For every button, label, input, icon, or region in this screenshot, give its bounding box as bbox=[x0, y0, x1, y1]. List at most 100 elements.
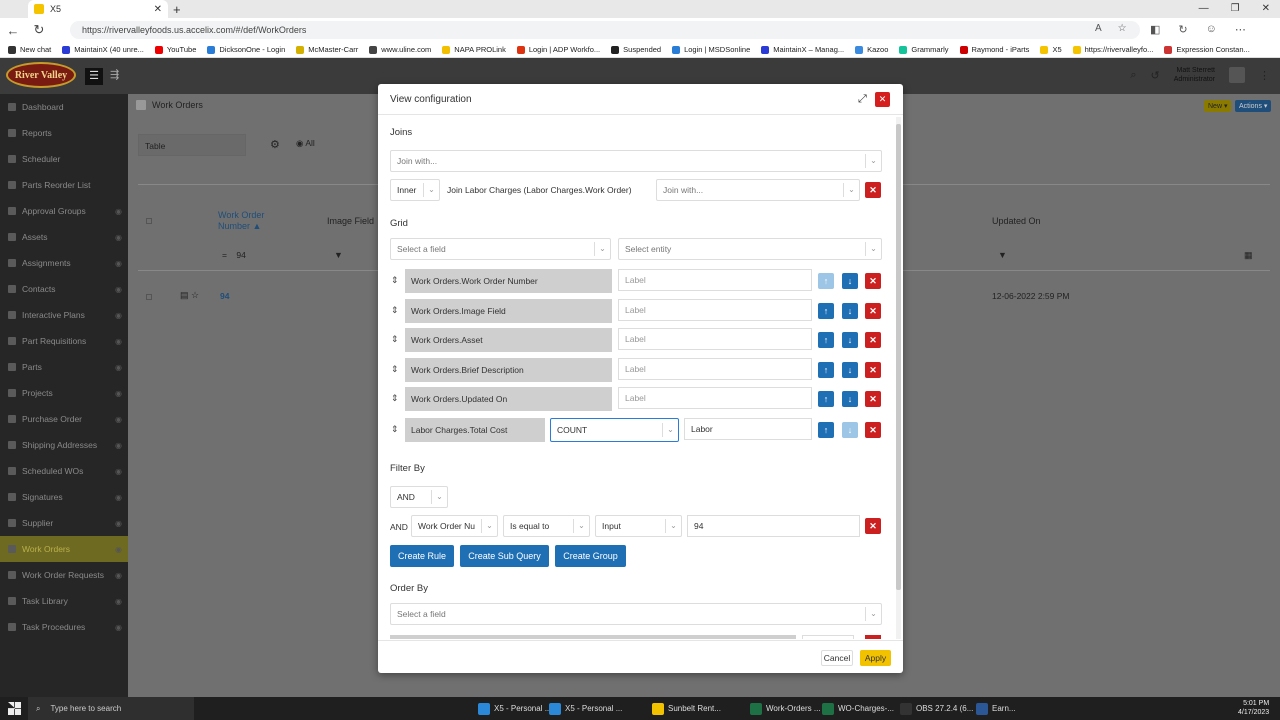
eye-icon[interactable]: ◉ bbox=[115, 285, 122, 294]
sidebar-item-interactive-plans[interactable]: Interactive Plans ◉ bbox=[0, 302, 128, 328]
menu-icon[interactable]: ⋯ bbox=[1235, 23, 1246, 36]
calendar-icon[interactable]: ▦ bbox=[1244, 250, 1253, 261]
eye-icon[interactable]: ◉ bbox=[115, 545, 122, 554]
close-window-icon[interactable]: ✕ bbox=[1262, 3, 1270, 14]
search-icon[interactable]: ⌕ bbox=[1130, 69, 1136, 82]
eye-icon[interactable]: ◉ bbox=[115, 623, 122, 632]
sidebar-item-work-orders[interactable]: Work Orders ◉ bbox=[0, 536, 128, 562]
eye-icon[interactable]: ◉ bbox=[115, 259, 122, 268]
rule-operator-select[interactable]: Is equal to ⌄ bbox=[503, 515, 590, 537]
scope-select[interactable]: ◉ All bbox=[296, 138, 315, 149]
back-icon[interactable]: ← bbox=[0, 23, 26, 38]
sync-icon[interactable]: ↻ bbox=[1178, 23, 1187, 36]
column-header-work-order-number[interactable]: Work Order Number ▲ bbox=[218, 210, 278, 232]
bookmark-item[interactable]: Grammarly bbox=[899, 45, 949, 54]
read-aloud-icon[interactable]: A bbox=[1095, 23, 1102, 34]
gear-icon[interactable]: ⚙ bbox=[270, 138, 280, 151]
eye-icon[interactable]: ◉ bbox=[115, 415, 122, 424]
bookmark-item[interactable]: www.uline.com bbox=[369, 45, 431, 54]
label-input[interactable]: Label bbox=[618, 328, 812, 350]
extension-icon[interactable]: ◧ bbox=[1150, 23, 1160, 36]
taskbar-app[interactable]: WO-Charges-... bbox=[818, 697, 898, 720]
sidebar-item-scheduler[interactable]: Scheduler bbox=[0, 146, 128, 172]
move-up-button[interactable]: ↑ bbox=[818, 302, 834, 319]
row-menu-icon[interactable]: ▤ ☆ bbox=[180, 290, 199, 301]
sidebar-item-reports[interactable]: Reports bbox=[0, 120, 128, 146]
order-direction-select[interactable] bbox=[802, 635, 854, 639]
bookmark-item[interactable]: Kazoo bbox=[855, 45, 888, 54]
taskbar-app[interactable]: X5 - Personal ... bbox=[474, 697, 555, 720]
create-rule-button[interactable]: Create Rule bbox=[390, 545, 454, 567]
label-input[interactable]: Label bbox=[618, 387, 812, 409]
sidebar-item-work-order-requests[interactable]: Work Order Requests ◉ bbox=[0, 562, 128, 588]
delete-order-button[interactable] bbox=[865, 635, 881, 639]
order-select-field[interactable]: Select a field ⌄ bbox=[390, 603, 882, 625]
delete-rule-button[interactable]: ✕ bbox=[865, 518, 881, 534]
new-tab-icon[interactable]: + bbox=[173, 2, 181, 17]
bookmark-item[interactable]: MaintainX (40 unre... bbox=[62, 45, 144, 54]
bookmark-item[interactable]: DicksonOne - Login bbox=[207, 45, 285, 54]
profile-icon[interactable]: ☺ bbox=[1206, 23, 1217, 36]
expand-icon[interactable]: ⤢ bbox=[858, 93, 867, 106]
minimize-icon[interactable]: — bbox=[1199, 3, 1209, 14]
rule-field-select[interactable]: Work Order Nu ⌄ bbox=[411, 515, 498, 537]
sidebar-item-projects[interactable]: Projects ◉ bbox=[0, 380, 128, 406]
apply-button[interactable]: Apply bbox=[860, 650, 891, 666]
filter-icon[interactable]: ▼ bbox=[334, 250, 343, 260]
taskbar-app[interactable]: OBS 27.2.4 (6... bbox=[896, 697, 977, 720]
eye-icon[interactable]: ◉ bbox=[115, 363, 122, 372]
rule-type-select[interactable]: Input ⌄ bbox=[595, 515, 682, 537]
eye-icon[interactable]: ◉ bbox=[115, 519, 122, 528]
clock[interactable]: 5:01 PM 4/17/2023 bbox=[1238, 699, 1269, 717]
move-up-button[interactable]: ↑ bbox=[818, 422, 834, 438]
sidebar-item-scheduled-wos[interactable]: Scheduled WOs ◉ bbox=[0, 458, 128, 484]
select-entity[interactable]: Select entity ⌄ bbox=[618, 238, 882, 260]
label-input[interactable]: Label bbox=[618, 269, 812, 291]
move-down-button[interactable]: ↓ bbox=[842, 391, 858, 407]
taskbar-app[interactable]: Work-Orders ... bbox=[746, 697, 825, 720]
select-field[interactable]: Select a field ⌄ bbox=[390, 238, 611, 260]
move-up-button[interactable]: ↑ bbox=[818, 391, 834, 407]
move-down-button[interactable]: ↓ bbox=[842, 422, 858, 438]
browser-tab[interactable]: X5 ✕ bbox=[28, 0, 168, 18]
taskbar-search[interactable]: ⌕ Type here to search bbox=[28, 697, 194, 720]
cancel-button[interactable]: Cancel bbox=[821, 650, 853, 666]
bookmark-item[interactable]: YouTube bbox=[154, 45, 196, 54]
modal-scrollbar-thumb[interactable] bbox=[896, 124, 901, 590]
sidebar-item-assets[interactable]: Assets ◉ bbox=[0, 224, 128, 250]
maximize-icon[interactable]: ❐ bbox=[1231, 3, 1240, 14]
move-up-button[interactable]: ↑ bbox=[818, 273, 834, 289]
move-up-button[interactable]: ↑ bbox=[818, 332, 834, 348]
delete-row-button[interactable]: ✕ bbox=[865, 302, 881, 319]
sidebar-item-contacts[interactable]: Contacts ◉ bbox=[0, 276, 128, 302]
bookmark-item[interactable]: New chat bbox=[8, 45, 51, 54]
windows-start-icon[interactable] bbox=[8, 702, 21, 715]
more-icon[interactable]: ⋮ bbox=[1259, 69, 1270, 82]
sidebar-item-supplier[interactable]: Supplier ◉ bbox=[0, 510, 128, 536]
taskbar-app[interactable]: Earn... bbox=[972, 697, 1020, 720]
bookmark-item[interactable]: Login | ADP Workfo... bbox=[516, 45, 600, 54]
label-input[interactable]: Label bbox=[618, 357, 812, 380]
bookmark-item[interactable]: Suspended bbox=[611, 45, 661, 54]
sidebar-item-purchase-order[interactable]: Purchase Order ◉ bbox=[0, 406, 128, 432]
eye-icon[interactable]: ◉ bbox=[115, 493, 122, 502]
sidebar-item-approval-groups[interactable]: Approval Groups ◉ bbox=[0, 198, 128, 224]
actions-button[interactable]: Actions ▾ bbox=[1235, 100, 1272, 112]
close-tab-icon[interactable]: ✕ bbox=[154, 4, 162, 15]
drag-handle-icon[interactable]: ⇕ bbox=[391, 334, 399, 345]
bookmark-item[interactable]: Raymond - iParts bbox=[959, 45, 1029, 54]
bookmark-item[interactable]: X5 bbox=[1040, 45, 1062, 54]
bookmark-item[interactable]: Expression Constan... bbox=[1164, 45, 1250, 54]
delete-row-button[interactable]: ✕ bbox=[865, 273, 881, 289]
drag-handle-icon[interactable]: ⇕ bbox=[391, 364, 399, 375]
avatar[interactable] bbox=[1229, 67, 1245, 83]
favorite-icon[interactable]: ☆ bbox=[1118, 23, 1127, 34]
aggregate-select[interactable]: COUNT ⌄ bbox=[550, 418, 679, 442]
drag-handle-icon[interactable]: ⇕ bbox=[391, 424, 399, 435]
sidebar-item-dashboard[interactable]: Dashboard bbox=[0, 94, 128, 120]
bookmark-item[interactable]: McMaster-Carr bbox=[296, 45, 358, 54]
taskbar-app[interactable]: Sunbelt Rent... bbox=[648, 697, 725, 720]
eye-icon[interactable]: ◉ bbox=[115, 597, 122, 606]
label-input[interactable]: Labor bbox=[684, 418, 812, 440]
select-all-checkbox[interactable] bbox=[146, 218, 152, 224]
